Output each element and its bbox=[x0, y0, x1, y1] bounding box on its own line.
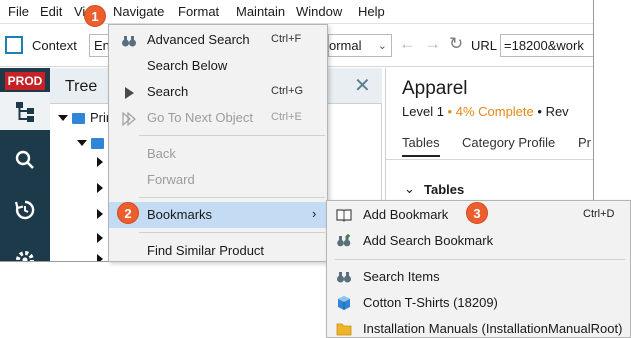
menu-separator bbox=[139, 232, 325, 233]
folder-icon bbox=[91, 138, 104, 149]
details-tabs: Tables Category Profile Pr bbox=[386, 128, 593, 160]
expand-arrow-icon[interactable] bbox=[97, 183, 103, 193]
menu-item-go-to-next-object[interactable]: Go To Next Object Ctrl+E bbox=[109, 105, 327, 131]
menu-item-search[interactable]: Search Ctrl+G bbox=[109, 79, 327, 105]
url-label: URL bbox=[471, 38, 498, 53]
menu-item-find-similar-product[interactable]: Find Similar Product bbox=[109, 238, 327, 264]
tree-view-button[interactable] bbox=[0, 92, 50, 130]
menu-item-shortcut: Ctrl+E bbox=[271, 111, 302, 123]
menu-item-forward[interactable]: Forward bbox=[109, 167, 327, 193]
page-title: Apparel bbox=[402, 78, 468, 99]
tab-category-profile[interactable]: Category Profile bbox=[462, 135, 555, 150]
binoculars-icon bbox=[122, 36, 136, 47]
refresh-icon[interactable]: ↻ bbox=[449, 35, 463, 53]
callout-1: 1 bbox=[84, 5, 106, 27]
menu-item-label: Back bbox=[147, 146, 176, 161]
folder-icon bbox=[336, 323, 352, 336]
tree-icon bbox=[16, 102, 34, 122]
menu-separator bbox=[139, 135, 325, 136]
menu-file[interactable]: File bbox=[8, 4, 29, 19]
menu-item-label: Search Below bbox=[147, 58, 228, 73]
menu-item-bookmarks[interactable]: Bookmarks › bbox=[109, 202, 327, 228]
search-icon[interactable] bbox=[13, 148, 37, 172]
expand-arrow-icon[interactable] bbox=[97, 254, 103, 261]
collapse-arrow-icon[interactable] bbox=[77, 140, 87, 146]
submenu-item-label: Add Bookmark bbox=[363, 207, 449, 222]
skip-next-icon bbox=[122, 111, 136, 127]
play-icon bbox=[125, 87, 134, 99]
submenu-item-installation-manuals[interactable]: Installation Manuals (InstallationManual… bbox=[327, 316, 630, 338]
menu-separator bbox=[139, 197, 325, 198]
history-icon[interactable] bbox=[13, 198, 37, 222]
callout-2: 2 bbox=[117, 202, 139, 224]
menu-maintain[interactable]: Maintain bbox=[236, 4, 285, 19]
view-select-value: ormal bbox=[329, 38, 362, 53]
tree-panel-title: Tree bbox=[65, 78, 98, 95]
menu-navigate[interactable]: Navigate bbox=[113, 4, 164, 19]
separator-dot: • bbox=[447, 104, 456, 119]
folder-icon bbox=[72, 113, 85, 124]
revision-text: Rev bbox=[545, 104, 569, 119]
chevron-down-icon: ⌄ bbox=[377, 40, 387, 52]
menu-item-label: Find Similar Product bbox=[147, 243, 265, 258]
tab-more[interactable]: Pr bbox=[578, 135, 591, 150]
menu-item-label: Bookmarks bbox=[147, 207, 213, 222]
submenu-item-label: Installation Manuals (InstallationManual… bbox=[363, 321, 623, 336]
separator-dot: • bbox=[537, 104, 546, 119]
menu-item-label: Go To Next Object bbox=[147, 110, 253, 125]
url-field[interactable]: =18200&work bbox=[500, 34, 593, 57]
expand-arrow-icon[interactable] bbox=[97, 157, 103, 167]
completion-text: 4% Complete bbox=[455, 104, 534, 119]
page-subtitle: Level 1 • 4% Complete • Rev bbox=[402, 104, 569, 119]
submenu-item-label: Search Items bbox=[363, 269, 440, 284]
tab-tables[interactable]: Tables bbox=[402, 135, 440, 157]
expand-arrow-icon[interactable] bbox=[97, 209, 103, 219]
cube-icon bbox=[338, 296, 350, 310]
menu-item-shortcut: Ctrl+F bbox=[271, 33, 302, 45]
submenu-item-cotton-tshirts[interactable]: Cotton T-Shirts (18209) bbox=[327, 290, 630, 316]
view-select[interactable]: ormal ⌄ bbox=[328, 34, 392, 57]
menu-item-label: Advanced Search bbox=[147, 32, 250, 47]
expand-arrow-icon[interactable] bbox=[97, 233, 103, 243]
environment-badge: PROD bbox=[5, 72, 45, 90]
menu-help[interactable]: Help bbox=[358, 4, 385, 19]
context-label: Context bbox=[32, 38, 77, 53]
chevron-down-icon[interactable]: ⌄ bbox=[404, 181, 415, 197]
submenu-item-shortcut: Ctrl+D bbox=[583, 208, 615, 220]
section-title: Tables bbox=[424, 182, 465, 197]
callout-3: 3 bbox=[466, 202, 488, 224]
menu-item-advanced-search[interactable]: Advanced Search Ctrl+F bbox=[109, 27, 327, 53]
menu-edit[interactable]: Edit bbox=[40, 4, 62, 19]
binoculars-add-icon bbox=[337, 234, 351, 247]
left-sidebar: PROD bbox=[0, 68, 50, 262]
menu-window[interactable]: Window bbox=[296, 4, 342, 19]
menu-item-back[interactable]: Back bbox=[109, 141, 327, 167]
menu-item-search-below[interactable]: Search Below bbox=[109, 53, 327, 79]
binoculars-icon bbox=[337, 272, 351, 283]
settings-icon[interactable] bbox=[13, 248, 37, 262]
menu-item-label: Forward bbox=[147, 172, 195, 187]
menu-format[interactable]: Format bbox=[178, 4, 219, 19]
submenu-item-label: Cotton T-Shirts (18209) bbox=[363, 295, 498, 310]
submenu-item-search-items[interactable]: Search Items bbox=[327, 264, 630, 290]
submenu-item-add-search-bookmark[interactable]: Add Search Bookmark bbox=[327, 228, 630, 254]
forward-arrow-icon[interactable]: → bbox=[424, 35, 441, 53]
navigate-menu: Advanced Search Ctrl+F Search Below Sear… bbox=[108, 24, 328, 262]
menu-separator bbox=[335, 259, 625, 260]
level-text: Level 1 bbox=[402, 104, 444, 119]
menu-item-label: Search bbox=[147, 84, 189, 99]
close-icon[interactable]: ✕ bbox=[354, 76, 371, 96]
book-add-icon bbox=[336, 209, 352, 222]
menu-item-shortcut: Ctrl+G bbox=[271, 85, 304, 97]
submenu-arrow-icon: › bbox=[312, 206, 317, 221]
context-icon[interactable] bbox=[5, 36, 23, 54]
collapse-arrow-icon[interactable] bbox=[58, 115, 68, 121]
submenu-item-label: Add Search Bookmark bbox=[363, 233, 494, 248]
back-arrow-icon[interactable]: ← bbox=[399, 35, 416, 53]
